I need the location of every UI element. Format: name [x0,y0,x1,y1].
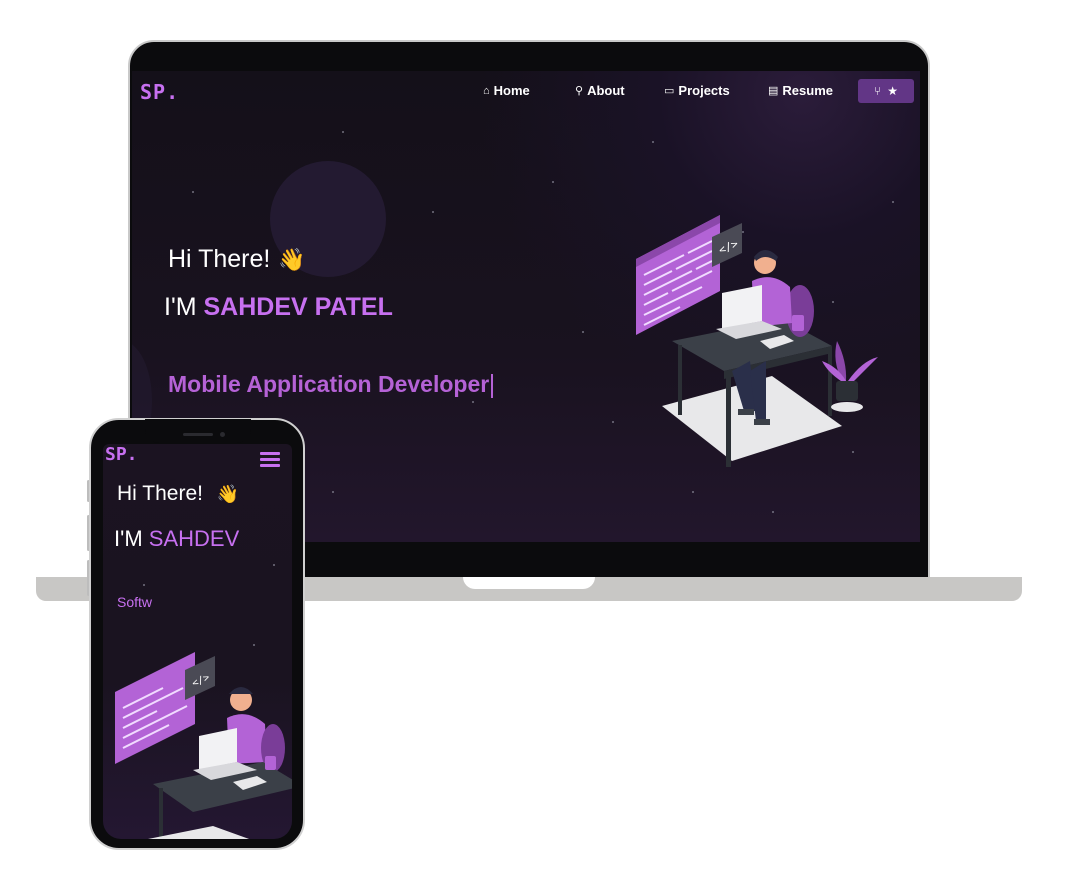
fork-icon: ⑂ [874,84,882,98]
wave-icon: 👋 [278,247,306,272]
mobile-name-value: SAHDEV [148,526,240,551]
hero-name: I'M SAHDEV PATEL [164,293,393,322]
nav-resume-label: Resume [782,83,833,98]
projects-icon: ▭ [664,85,675,97]
mobile-hero-name: I'M SAHDEV [114,526,239,552]
nav-projects[interactable]: ▭ Projects [664,83,730,98]
navbar: SP. ⌂ Home ⚲ About ▭ Projects ▤ Resume ⑂… [132,71,920,111]
hero-role: Mobile Application Developer [168,371,494,398]
github-fork-star-button[interactable]: ⑂ ★ [858,79,914,103]
mobile-hero-greeting: Hi There! 👋 [117,482,239,506]
hero-name-value: SAHDEV PATEL [203,293,393,321]
user-icon: ⚲ [575,85,584,97]
nav-projects-label: Projects [678,83,730,98]
wave-icon: 👋 [216,484,240,504]
nav-about[interactable]: ⚲ About [575,83,625,98]
star-icon: ★ [887,84,898,98]
phone-speaker [183,433,213,436]
mobile-site-logo[interactable]: SP. [105,444,138,465]
nav-home-label: Home [493,83,530,98]
hero-greeting: Hi There! 👋 [168,245,306,274]
phone-screen: SP. Hi There! 👋 I'M SAHDEV Softw </> [103,444,292,839]
hamburger-menu-icon[interactable] [260,452,280,470]
hero-greeting-text: Hi There! [168,245,271,273]
nav-about-label: About [587,83,625,98]
site-logo[interactable]: SP. [140,80,179,104]
home-icon: ⌂ [483,84,490,97]
resume-icon: ▤ [768,85,779,97]
typing-cursor [491,373,494,398]
hero-name-prefix: I'M [164,293,197,321]
phone-notch [145,419,251,443]
nav-resume[interactable]: ▤ Resume [768,83,833,98]
nav-home[interactable]: ⌂ Home [483,83,530,98]
mobile-greeting-text: Hi There! [117,482,203,505]
mobile-name-prefix: I'M [114,526,143,551]
mobile-hero-role: Softw [117,594,153,610]
laptop-trackpad-notch [463,577,595,589]
hero-role-text: Mobile Application Developer [168,371,490,397]
phone-camera [220,432,225,437]
developer-illustration: </> [636,215,878,467]
mobile-developer-illustration: </> [115,652,292,839]
